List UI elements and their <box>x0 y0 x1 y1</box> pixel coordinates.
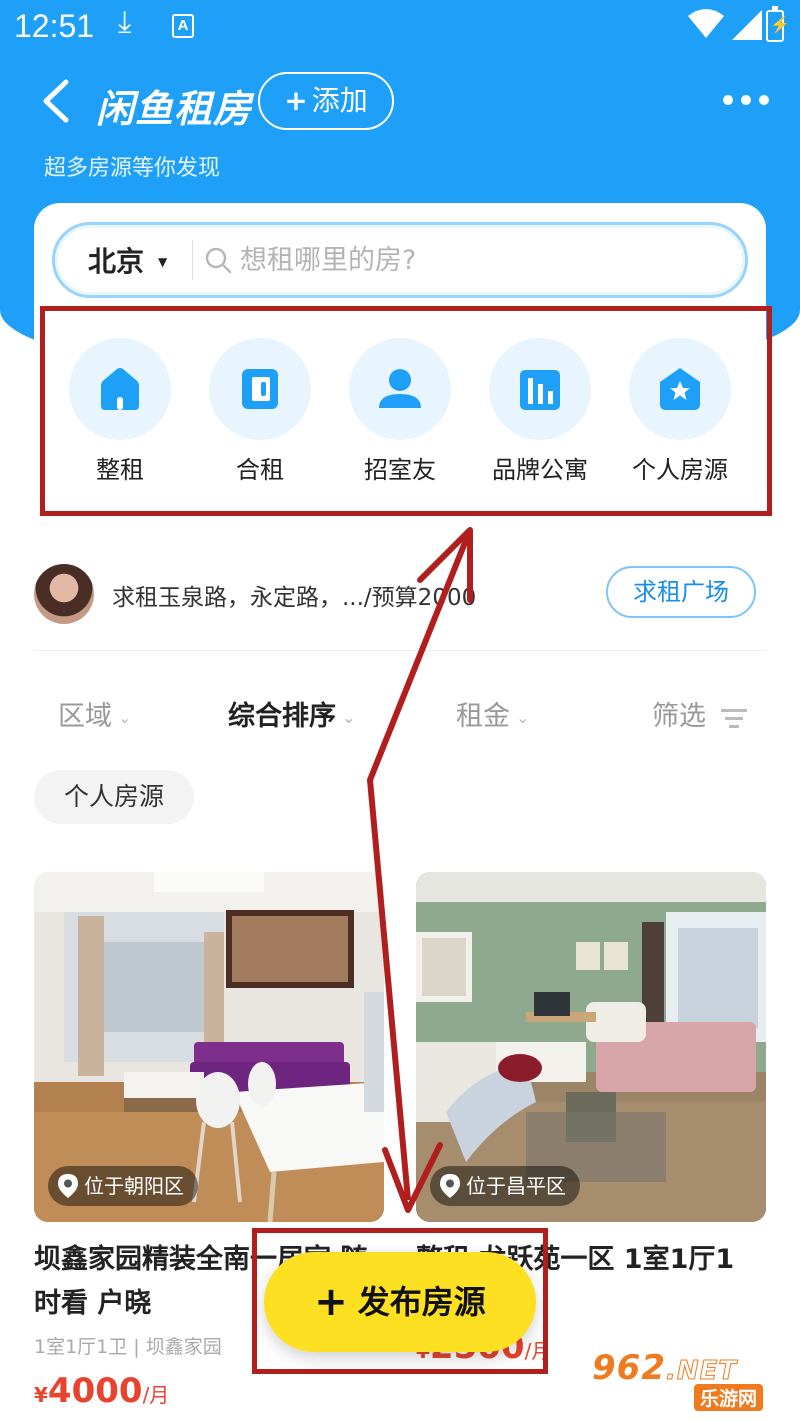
listing-price: ¥4000/月 <box>34 1371 384 1411</box>
price-unit: /月 <box>142 1383 170 1407</box>
back-icon[interactable] <box>36 76 76 126</box>
plus-icon: + <box>284 84 308 117</box>
sort-comprehensive-label: 综合排序 <box>228 701 336 732</box>
city-selector[interactable]: 北京 <box>88 240 144 280</box>
add-button[interactable]: + 添加 <box>258 72 394 130</box>
star-home-icon <box>660 368 700 410</box>
location-pin-icon <box>440 1174 460 1198</box>
signal-icon <box>732 10 762 40</box>
location-badge: 位于昌平区 <box>430 1166 580 1206</box>
category-label: 整租 <box>96 456 144 484</box>
download-icon: ⤓ <box>118 6 132 39</box>
category-find-roommate[interactable]: 招室友 <box>330 338 470 488</box>
notification-a-icon: A <box>172 14 194 38</box>
wifi-icon <box>688 9 724 38</box>
battery-icon: ⚡ <box>766 6 790 42</box>
header-subtitle: 超多房源等你发现 <box>44 156 221 181</box>
price-value: 4000 <box>47 1371 143 1411</box>
sort-area-label: 区域 <box>58 701 112 732</box>
listing-photo: 位于朝阳区 <box>34 872 384 1222</box>
rent-square-button[interactable]: 求租广场 <box>606 566 756 618</box>
page-title: 闲鱼租房 <box>96 87 253 131</box>
category-row: 整租 合租 招室友 品牌公寓 个人房源 <box>50 338 750 488</box>
plus-icon: + <box>314 1279 348 1325</box>
category-brand-apartment[interactable]: 品牌公寓 <box>470 338 610 488</box>
category-label: 个人房源 <box>632 456 728 484</box>
tag-personal-listings[interactable]: 个人房源 <box>34 770 194 824</box>
watermark-logo: 962.NET 乐游网 <box>592 1348 792 1414</box>
home-icon <box>101 368 139 410</box>
search-input[interactable] <box>240 240 720 280</box>
location-badge: 位于朝阳区 <box>48 1166 198 1206</box>
sort-filter[interactable]: 筛选 <box>652 694 747 733</box>
add-button-label: 添加 <box>311 84 368 117</box>
price-symbol: ¥ <box>34 1383 48 1407</box>
price-unit: /月 <box>524 1339 552 1363</box>
sort-area[interactable]: 区域 ⌄ <box>58 694 131 733</box>
search-icon <box>205 247 232 274</box>
publish-listing-button[interactable]: + 发布房源 <box>264 1252 536 1352</box>
watermark-sub: 乐游网 <box>694 1384 764 1411</box>
section-divider <box>34 650 766 651</box>
listing-photo: 位于昌平区 <box>416 872 766 1222</box>
status-time: 12:51 <box>14 8 95 44</box>
category-label: 招室友 <box>364 456 436 484</box>
status-bar: 12:51 ⤓ A ⚡ <box>0 0 800 55</box>
chevron-down-icon: ⌄ <box>342 708 356 727</box>
person-icon <box>379 369 421 408</box>
chevron-down-icon: ⌄ <box>516 708 530 727</box>
rent-request-text[interactable]: 求租玉泉路，永定路，.../预算2000 <box>112 578 476 612</box>
location-pin-icon <box>58 1174 78 1198</box>
sort-comprehensive[interactable]: 综合排序 ⌄ <box>228 694 355 733</box>
category-whole-rent[interactable]: 整租 <box>50 338 190 488</box>
category-label: 合租 <box>236 456 284 484</box>
sort-filter-label: 筛选 <box>652 701 706 732</box>
search-divider <box>192 240 193 280</box>
sort-rent-label: 租金 <box>456 701 510 732</box>
category-label: 品牌公寓 <box>492 456 588 484</box>
chevron-down-icon: ⌄ <box>118 708 132 727</box>
publish-button-label: 发布房源 <box>357 1283 486 1321</box>
more-icon[interactable] <box>722 92 770 108</box>
watermark-brand: 962.NET <box>592 1348 738 1388</box>
buildings-icon <box>520 370 560 410</box>
caret-down-icon: ▼ <box>158 255 168 269</box>
avatar[interactable] <box>34 564 94 624</box>
door-icon <box>242 369 278 409</box>
category-shared-rent[interactable]: 合租 <box>190 338 330 488</box>
sort-rent[interactable]: 租金 ⌄ <box>456 694 529 733</box>
category-personal-listings[interactable]: 个人房源 <box>610 338 750 488</box>
filter-icon <box>720 708 747 728</box>
location-text: 位于朝阳区 <box>84 1174 184 1198</box>
location-text: 位于昌平区 <box>466 1174 566 1198</box>
